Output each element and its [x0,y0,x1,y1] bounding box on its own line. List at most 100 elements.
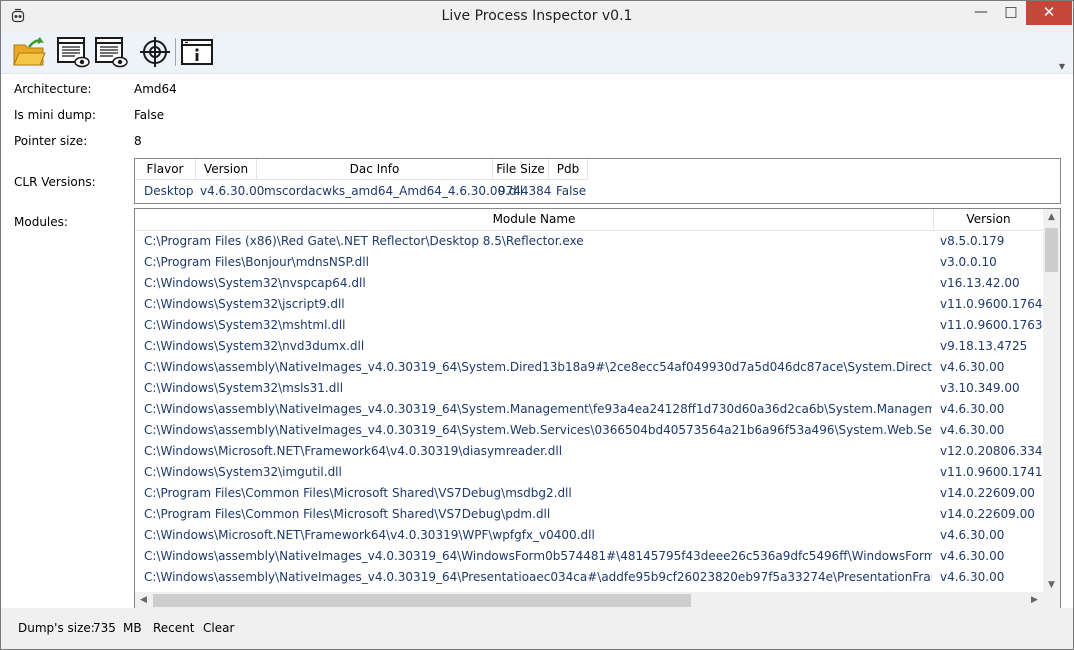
module-version: v4.6.30.00 [940,423,1005,437]
table-row[interactable]: C:\Program Files\Common Files\Microsoft … [135,504,1043,525]
recent-button[interactable]: Recent [153,621,194,635]
minimize-button[interactable]: — [966,1,996,25]
module-path: C:\Windows\assembly\NativeImages_v4.0.30… [144,402,932,416]
module-version: v8.5.0.179 [940,234,1005,248]
info-window-icon[interactable] [179,35,215,69]
module-path: C:\Program Files\Common Files\Microsoft … [144,507,551,521]
dump-size-label: Dump's size: [18,621,95,635]
clr-cell-dac-info[interactable]: mscordacwks_amd64_Amd64_4.6.30.00.dll [264,184,523,198]
modules-grid[interactable]: Module Name Version C:\Program Files (x8… [134,208,1061,610]
module-version: v9.18.13.4725 [940,339,1028,353]
clr-cell-pdb[interactable]: False [556,184,586,198]
module-version: v11.0.9600.17631 [940,318,1043,332]
module-path: C:\Program Files (x86)\Red Gate\.NET Ref… [144,234,584,248]
module-path: C:\Windows\System32\msls31.dll [144,381,344,395]
clear-button[interactable]: Clear [203,621,234,635]
open-folder-icon[interactable] [11,35,47,69]
clr-cell-version[interactable]: v4.6.30.00 [200,184,264,198]
maximize-button[interactable]: □ [996,1,1026,25]
clr-versions-label: CLR Versions: [14,175,96,189]
table-row[interactable]: C:\Windows\assembly\NativeImages_v4.0.30… [135,357,1043,378]
table-row[interactable]: C:\Windows\System32\nvspcap64.dll v16.13.… [135,273,1043,294]
dump-size-unit: MB [123,621,142,635]
close-button[interactable]: ✕ [1026,1,1072,25]
toolbar: ▼ [1,32,1073,74]
horizontal-scrollbar[interactable]: ◀ ▶ [135,592,1043,609]
table-row[interactable]: C:\Windows\System32\mshtml.dll v11.0.9600… [135,315,1043,336]
table-row[interactable]: C:\Windows\System32\nvd3dumx.dll v9.18.13… [135,336,1043,357]
module-path: C:\Windows\Microsoft.NET\Framework64\v4.… [144,528,595,542]
table-row[interactable]: C:\Windows\assembly\NativeImages_v4.0.30… [135,546,1043,567]
table-row[interactable]: C:\Program Files (x86)\Red Gate\.NET Ref… [135,231,1043,252]
clr-cell-file-size[interactable]: 9744384 [498,184,551,198]
module-path: C:\Windows\System32\mshtml.dll [144,318,346,332]
architecture-value: Amd64 [134,82,177,96]
window-title: Live Process Inspector v0.1 [441,8,633,24]
module-version: v3.10.349.00 [940,381,1020,395]
table-row[interactable]: C:\Windows\Microsoft.NET\Framework64\v4.… [135,441,1043,462]
scroll-left-icon[interactable]: ◀ [135,592,152,609]
table-row[interactable]: C:\Windows\assembly\NativeImages_v4.0.30… [135,567,1043,588]
clr-cell-flavor[interactable]: Desktop [144,184,194,198]
modules-label: Modules: [14,215,68,229]
module-path: C:\Windows\assembly\NativeImages_v4.0.30… [144,423,932,437]
pointer-size-value: 8 [134,134,142,148]
mini-dump-value: False [134,108,165,122]
module-path: C:\Windows\assembly\NativeImages_v4.0.30… [144,549,932,563]
pointer-size-label: Pointer size: [14,134,88,148]
table-row[interactable]: C:\Windows\assembly\NativeImages_v4.0.30… [135,399,1043,420]
status-bar: Dump's size: 735 MB Recent Clear [1,608,1073,649]
table-row[interactable]: C:\Windows\Microsoft.NET\Framework64\v4.… [135,525,1043,546]
table-row[interactable]: C:\Windows\assembly\NativeImages_v4.0.30… [135,420,1043,441]
module-path: C:\Program Files\Common Files\Microsoft … [144,486,572,500]
module-path: C:\Program Files\Bonjour\mdnsNSP.dll [144,255,369,269]
module-path: C:\Windows\System32\jscript9.dll [144,297,345,311]
vertical-scrollbar[interactable]: ▲ ▼ [1043,209,1060,594]
target-icon[interactable] [137,35,173,69]
module-version: v16.13.42.00 [940,276,1020,290]
clr-versions-grid[interactable]: Flavor Version Dac Info File Size Pdb De… [134,158,1061,204]
module-path: C:\Windows\assembly\NativeImages_v4.0.30… [144,360,932,374]
table-row[interactable]: C:\Program Files\Bonjour\mdnsNSP.dll v3.0… [135,252,1043,273]
modules-header-name[interactable]: Module Name [135,209,934,231]
content-area: Architecture: Amd64 Is mini dump: False … [1,74,1073,610]
scroll-right-icon[interactable]: ▶ [1026,592,1043,609]
vertical-scroll-thumb[interactable] [1045,228,1058,272]
dump-size-value: 735 [93,621,116,635]
title-bar[interactable]: Live Process Inspector v0.1 — □ ✕ [1,1,1073,31]
table-row[interactable]: C:\Windows\System32\imgutil.dll v11.0.960… [135,462,1043,483]
toolbar-separator [175,38,176,66]
clr-header-file-size[interactable]: File Size [493,159,549,180]
view-list-icon[interactable] [55,35,91,69]
toolbar-overflow-icon[interactable]: ▼ [1059,62,1065,71]
module-version: v4.6.30.00 [940,360,1005,374]
table-row[interactable]: C:\Windows\System32\msls31.dll v3.10.349.… [135,378,1043,399]
clr-header-dac-info[interactable]: Dac Info [257,159,493,180]
module-version: v4.6.30.00 [940,570,1005,584]
clr-header-pdb[interactable]: Pdb [549,159,588,180]
module-version: v4.6.30.00 [940,549,1005,563]
horizontal-scroll-thumb[interactable] [153,594,691,607]
module-path: C:\Windows\System32\imgutil.dll [144,465,342,479]
view-details-icon[interactable] [93,35,129,69]
architecture-label: Architecture: [14,82,92,96]
table-row[interactable]: C:\Windows\System32\jscript9.dll v11.0.96… [135,294,1043,315]
scroll-up-icon[interactable]: ▲ [1043,209,1060,226]
scrollbar-corner [1043,592,1060,609]
module-version: v14.0.22609.00 [940,507,1035,521]
main-window: Live Process Inspector v0.1 — □ ✕ ▼ Arch… [0,0,1074,650]
clr-header-version[interactable]: Version [196,159,257,180]
module-path: C:\Windows\System32\nvspcap64.dll [144,276,366,290]
module-version: v12.0.20806.33440 [940,444,1043,458]
module-path: C:\Windows\assembly\NativeImages_v4.0.30… [144,570,932,584]
module-version: v4.6.30.00 [940,528,1005,542]
clr-header-flavor[interactable]: Flavor [135,159,196,180]
module-version: v4.6.30.00 [940,402,1005,416]
module-path: C:\Windows\System32\nvd3dumx.dll [144,339,365,353]
modules-header-version[interactable]: Version [934,209,1043,231]
module-path: C:\Windows\Microsoft.NET\Framework64\v4.… [144,444,563,458]
mini-dump-label: Is mini dump: [14,108,96,122]
module-version: v11.0.9600.17416 [940,465,1043,479]
module-version: v11.0.9600.17640 [940,297,1043,311]
table-row[interactable]: C:\Program Files\Common Files\Microsoft … [135,483,1043,504]
